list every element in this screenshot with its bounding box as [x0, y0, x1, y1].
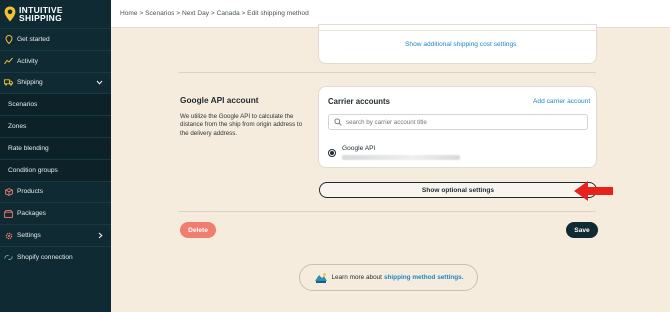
sidebar-item-shopify-connection[interactable]: Shopify connection [0, 245, 111, 268]
link-icon [4, 253, 13, 262]
shipping-cost-card: Show additional shipping cost settings [318, 24, 597, 64]
save-button[interactable]: Save [566, 222, 598, 238]
show-optional-settings-button[interactable]: Show optional settings [319, 182, 597, 198]
map-pin-icon [4, 34, 13, 44]
sidebar-item-label: Packages [17, 210, 46, 218]
sidebar-nav: Get started Activity Shipping Scenarios … [0, 28, 111, 268]
google-api-radio[interactable] [328, 149, 336, 157]
sidebar-item-label: Condition groups [8, 166, 58, 174]
gear-icon [4, 231, 13, 240]
section-divider-bottom [179, 211, 596, 212]
sidebar-item-activity[interactable]: Activity [0, 49, 111, 72]
sidebar-item-zones[interactable]: Zones [0, 115, 111, 137]
sidebar-item-shipping[interactable]: Shipping [0, 71, 111, 94]
sidebar-item-scenarios[interactable]: Scenarios [0, 93, 111, 116]
shipping-illustration-icon [314, 272, 327, 283]
brand-name: INTUITIVE SHIPPING [19, 5, 63, 23]
chevron-right-icon [98, 232, 103, 241]
sidebar-item-condition-groups[interactable]: Condition groups [0, 158, 111, 181]
sidebar-item-label: Zones [8, 123, 27, 131]
radio-selected-dot [330, 151, 334, 155]
redacted-api-key [342, 155, 460, 160]
logo-pin-icon [4, 6, 16, 22]
google-api-section-title: Google API account [180, 95, 259, 105]
carrier-search-field[interactable] [328, 114, 588, 130]
carrier-accounts-title: Carrier accounts [328, 97, 390, 106]
chevron-down-icon [96, 80, 103, 87]
google-api-section-description: We utilize the Google API to calculate t… [180, 113, 303, 137]
sidebar-item-rate-blending[interactable]: Rate blending [0, 136, 111, 159]
sidebar-item-label: Activity [17, 57, 38, 65]
box-icon [4, 187, 13, 196]
sidebar-item-settings[interactable]: Settings [0, 224, 111, 246]
card-divider [319, 30, 596, 31]
truck-icon [4, 78, 13, 87]
show-additional-shipping-cost-settings-link[interactable]: Show additional shipping cost settings [405, 41, 516, 48]
add-carrier-account-link[interactable]: Add carrier account [533, 98, 590, 105]
shipping-method-settings-link[interactable]: shipping method settings. [384, 274, 464, 281]
sidebar-item-label: Shopify connection [17, 253, 73, 261]
sidebar-item-label: Rate blending [8, 144, 49, 152]
sidebar-item-label: Get started [17, 35, 50, 43]
sidebar-item-products[interactable]: Products [0, 180, 111, 203]
search-icon [334, 118, 342, 126]
sidebar-item-label: Shipping [17, 79, 43, 87]
sidebar: INTUITIVE SHIPPING Get started Activity … [0, 0, 111, 312]
sidebar-item-get-started[interactable]: Get started [0, 28, 111, 50]
section-divider [179, 72, 596, 73]
delete-button[interactable]: Delete [180, 222, 216, 238]
sidebar-item-packages[interactable]: Packages [0, 202, 111, 224]
red-arrow-annotation [574, 181, 613, 201]
learn-more-banner[interactable]: Learn more about shipping method setting… [299, 264, 478, 291]
sidebar-item-label: Scenarios [8, 101, 38, 109]
sidebar-item-label: Settings [17, 232, 41, 240]
breadcrumb[interactable]: Home > Scenarios > Next Day > Canada > E… [120, 10, 309, 17]
carrier-search-input[interactable] [346, 118, 566, 126]
activity-chart-icon [4, 57, 13, 66]
brand-logo[interactable]: INTUITIVE SHIPPING [0, 0, 111, 28]
sidebar-item-label: Products [17, 188, 44, 196]
carrier-account-name: Google API [342, 145, 376, 152]
package-icon [4, 209, 13, 218]
learn-more-text: Learn more about [331, 274, 382, 281]
